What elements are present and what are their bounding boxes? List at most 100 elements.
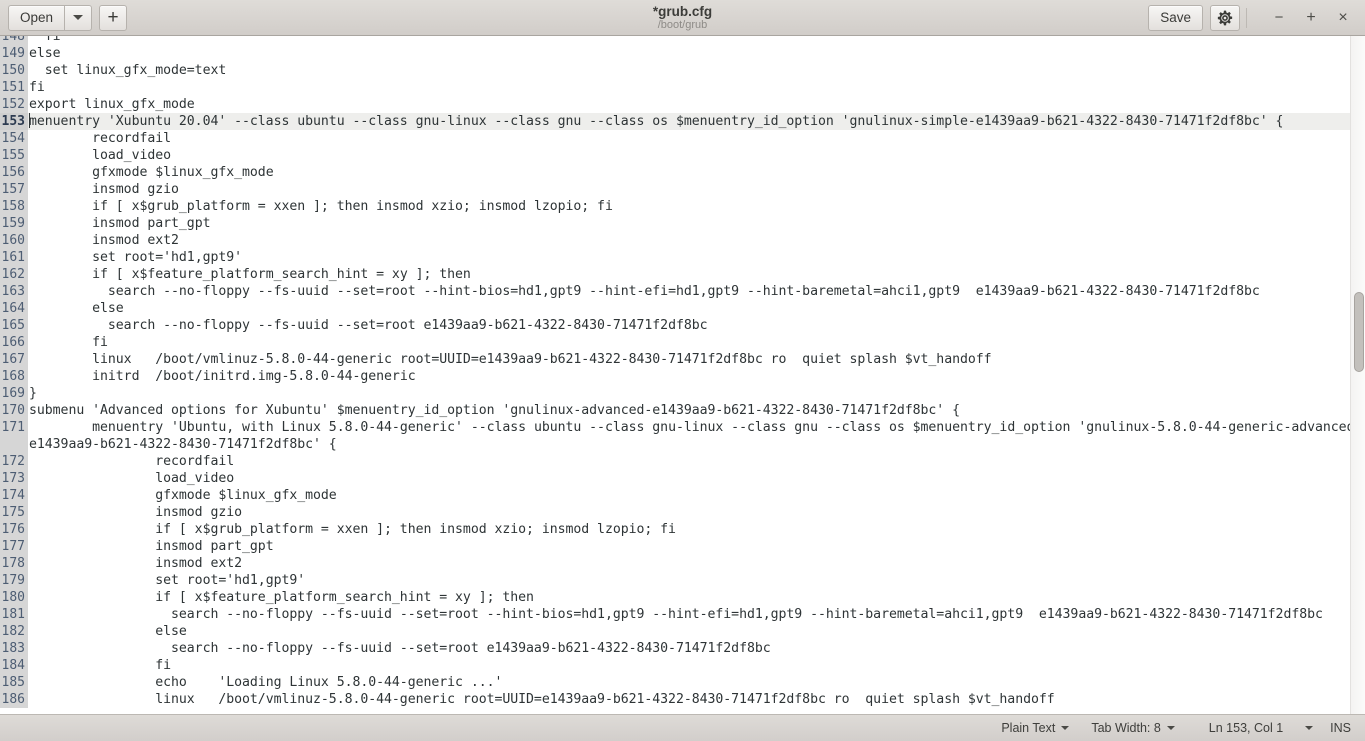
editor-line[interactable]: 160 insmod ext2 (0, 232, 1365, 249)
editor-line[interactable]: 164 else (0, 300, 1365, 317)
editor-line[interactable]: 182 else (0, 623, 1365, 640)
line-text[interactable]: else (28, 45, 1365, 62)
editor-line[interactable]: 163 search --no-floppy --fs-uuid --set=r… (0, 283, 1365, 300)
language-selector[interactable]: Plain Text (1001, 721, 1070, 735)
line-text[interactable]: insmod part_gpt (28, 215, 1365, 232)
tab-width-selector[interactable]: Tab Width: 8 (1091, 721, 1175, 735)
editor-line[interactable]: 171 menuentry 'Ubuntu, with Linux 5.8.0-… (0, 419, 1365, 453)
line-text[interactable]: recordfail (28, 130, 1365, 147)
line-text[interactable]: search --no-floppy --fs-uuid --set=root … (28, 283, 1365, 300)
editor-line[interactable]: 166 fi (0, 334, 1365, 351)
editor-line[interactable]: 165 search --no-floppy --fs-uuid --set=r… (0, 317, 1365, 334)
line-text[interactable]: insmod ext2 (28, 232, 1365, 249)
vertical-scrollbar-thumb[interactable] (1354, 292, 1364, 372)
line-text[interactable]: fi (28, 657, 1365, 674)
line-text[interactable]: else (28, 623, 1365, 640)
save-button[interactable]: Save (1148, 4, 1203, 31)
editor-line[interactable]: 155 load_video (0, 147, 1365, 164)
editor-line[interactable]: 152 export linux_gfx_mode (0, 96, 1365, 113)
editor-line[interactable]: 161 set root='hd1,gpt9' (0, 249, 1365, 266)
editor-line[interactable]: 170 submenu 'Advanced options for Xubuntu… (0, 402, 1365, 419)
editor-lines[interactable]: 148 fi 149 else 150 set linux_gfx_mode=text… (0, 36, 1365, 708)
editor-line[interactable]: 181 search --no-floppy --fs-uuid --set=r… (0, 606, 1365, 623)
line-text[interactable]: else (28, 300, 1365, 317)
line-text[interactable]: fi (28, 36, 1365, 45)
editor-line[interactable]: 176 if [ x$grub_platform = xxen ]; then … (0, 521, 1365, 538)
line-text[interactable]: load_video (28, 147, 1365, 164)
line-text[interactable]: set linux_gfx_mode=text (28, 62, 1365, 79)
line-text[interactable]: } (28, 385, 1365, 402)
line-text[interactable]: if [ x$grub_platform = xxen ]; then insm… (28, 198, 1365, 215)
open-button[interactable]: Open (8, 4, 65, 31)
line-text[interactable]: set root='hd1,gpt9' (28, 249, 1365, 266)
editor-line[interactable]: 157 insmod gzio (0, 181, 1365, 198)
line-text[interactable]: menuentry 'Xubuntu 20.04' --class ubuntu… (28, 113, 1365, 130)
line-text[interactable]: if [ x$feature_platform_search_hint = xy… (28, 266, 1365, 283)
editor-line[interactable]: 180 if [ x$feature_platform_search_hint … (0, 589, 1365, 606)
line-text[interactable]: fi (28, 334, 1365, 351)
line-text[interactable]: echo 'Loading Linux 5.8.0-44-generic ...… (28, 674, 1365, 691)
editor-line[interactable]: 175 insmod gzio (0, 504, 1365, 521)
close-button[interactable]: × (1327, 0, 1359, 36)
editor-line[interactable]: 169} (0, 385, 1365, 402)
settings-menu-button[interactable] (1210, 4, 1240, 31)
line-text[interactable]: insmod gzio (28, 181, 1365, 198)
editor-line[interactable]: 173 load_video (0, 470, 1365, 487)
new-document-button[interactable]: + (99, 4, 128, 31)
cursor-position-label: Ln 153, Col 1 (1208, 721, 1284, 735)
editor-line[interactable]: 158 if [ x$grub_platform = xxen ]; then … (0, 198, 1365, 215)
editor-line[interactable]: 156 gfxmode $linux_gfx_mode (0, 164, 1365, 181)
line-number: 178 (0, 555, 28, 572)
chevron-down-icon (1305, 726, 1314, 730)
editor-line[interactable]: 185 echo 'Loading Linux 5.8.0-44-generic… (0, 674, 1365, 691)
line-text[interactable]: insmod ext2 (28, 555, 1365, 572)
line-text[interactable]: initrd /boot/initrd.img-5.8.0-44-generic (28, 368, 1365, 385)
line-text[interactable]: insmod part_gpt (28, 538, 1365, 555)
line-text[interactable]: load_video (28, 470, 1365, 487)
editor-line[interactable]: 178 insmod ext2 (0, 555, 1365, 572)
editor-line[interactable]: 179 set root='hd1,gpt9' (0, 572, 1365, 589)
line-text[interactable]: gfxmode $linux_gfx_mode (28, 487, 1365, 504)
editor-line[interactable]: 184 fi (0, 657, 1365, 674)
line-number: 165 (0, 317, 28, 334)
line-number: 160 (0, 232, 28, 249)
editor-line[interactable]: 186 linux /boot/vmlinuz-5.8.0-44-generic… (0, 691, 1365, 708)
line-text[interactable]: gfxmode $linux_gfx_mode (28, 164, 1365, 181)
line-text[interactable]: set root='hd1,gpt9' (28, 572, 1365, 589)
text-editor-area[interactable]: 148 fi 149 else 150 set linux_gfx_mode=text… (0, 36, 1365, 714)
line-text[interactable]: fi (28, 79, 1365, 96)
line-text[interactable]: recordfail (28, 453, 1365, 470)
editor-line[interactable]: 168 initrd /boot/initrd.img-5.8.0-44-gen… (0, 368, 1365, 385)
cursor-position: Ln 153, Col 1 (1209, 721, 1283, 735)
line-text[interactable]: search --no-floppy --fs-uuid --set=root … (28, 640, 1365, 657)
line-text[interactable]: insmod gzio (28, 504, 1365, 521)
line-text[interactable]: submenu 'Advanced options for Xubuntu' $… (28, 402, 1365, 419)
line-text[interactable]: search --no-floppy --fs-uuid --set=root … (28, 606, 1365, 623)
editor-line[interactable]: 153 menuentry 'Xubuntu 20.04' --class ubu… (0, 113, 1365, 130)
line-text[interactable]: linux /boot/vmlinuz-5.8.0-44-generic roo… (28, 351, 1365, 368)
editor-line[interactable]: 177 insmod part_gpt (0, 538, 1365, 555)
maximize-button[interactable]: + (1295, 0, 1327, 36)
editor-line[interactable]: 174 gfxmode $linux_gfx_mode (0, 487, 1365, 504)
insert-mode-label: INS (1330, 721, 1351, 735)
editor-line[interactable]: 150 set linux_gfx_mode=text (0, 62, 1365, 79)
editor-line[interactable]: 183 search --no-floppy --fs-uuid --set=r… (0, 640, 1365, 657)
editor-line[interactable]: 148 fi (0, 36, 1365, 45)
line-text[interactable]: linux /boot/vmlinuz-5.8.0-44-generic roo… (28, 691, 1365, 708)
editor-line[interactable]: 151 fi (0, 79, 1365, 96)
line-text[interactable]: search --no-floppy --fs-uuid --set=root … (28, 317, 1365, 334)
line-text[interactable]: if [ x$grub_platform = xxen ]; then insm… (28, 521, 1365, 538)
editor-line[interactable]: 149 else (0, 45, 1365, 62)
minimize-button[interactable]: − (1263, 0, 1295, 36)
goto-line-dropdown[interactable] (1305, 726, 1314, 730)
open-recent-dropdown-button[interactable] (64, 4, 93, 31)
line-text[interactable]: menuentry 'Ubuntu, with Linux 5.8.0-44-g… (28, 419, 1365, 453)
editor-line[interactable]: 167 linux /boot/vmlinuz-5.8.0-44-generic… (0, 351, 1365, 368)
line-text[interactable]: if [ x$feature_platform_search_hint = xy… (28, 589, 1365, 606)
vertical-scrollbar[interactable] (1350, 36, 1365, 714)
editor-line[interactable]: 172 recordfail (0, 453, 1365, 470)
line-text[interactable]: export linux_gfx_mode (28, 96, 1365, 113)
editor-line[interactable]: 154 recordfail (0, 130, 1365, 147)
editor-line[interactable]: 162 if [ x$feature_platform_search_hint … (0, 266, 1365, 283)
editor-line[interactable]: 159 insmod part_gpt (0, 215, 1365, 232)
